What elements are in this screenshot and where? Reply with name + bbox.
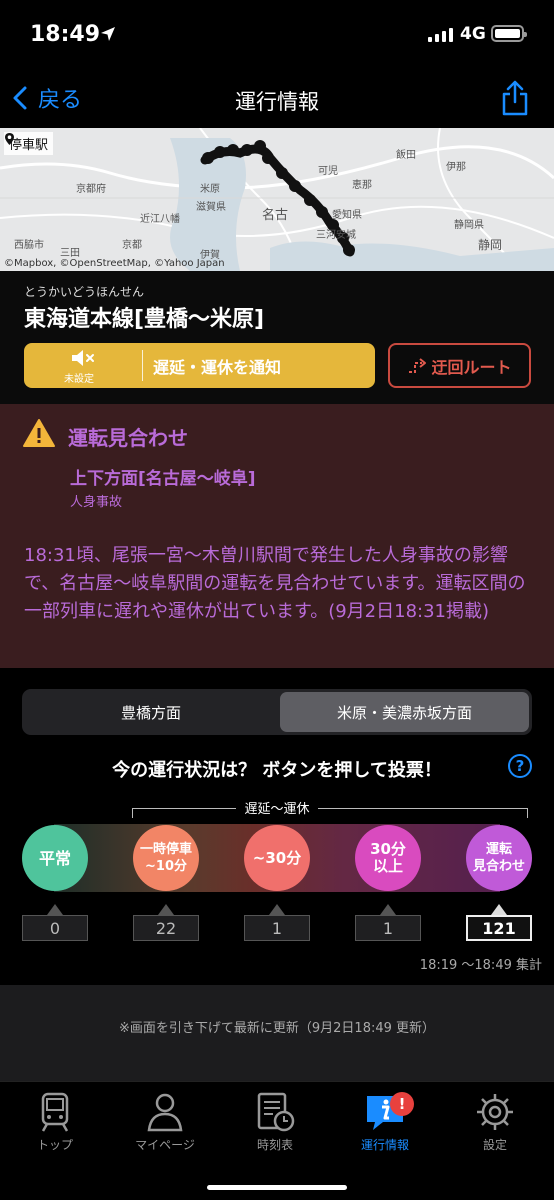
- location-arrow-icon: [101, 27, 115, 41]
- vote-count: 0: [22, 915, 88, 941]
- detour-label: 迂回ルート: [431, 357, 512, 377]
- page-title: 運行情報: [235, 90, 319, 114]
- nav-bar: 戻る 運行情報: [0, 70, 554, 128]
- map-label: 静岡県: [454, 220, 484, 231]
- battery-icon: [491, 25, 527, 42]
- map-label: 飯田: [396, 150, 416, 161]
- vote-count: 22: [133, 915, 199, 941]
- map-label: 西脇市: [14, 240, 44, 251]
- vote-count: 1: [355, 915, 421, 941]
- tab-mypage[interactable]: マイページ: [110, 1090, 220, 1153]
- notify-status: 未設定: [24, 347, 142, 385]
- tab-toyohashi-direction[interactable]: 豊橋方面: [25, 692, 277, 732]
- notify-button[interactable]: 未設定 遅延・運休を通知: [24, 343, 375, 388]
- vote-period: 18:19 〜18:49 集計: [419, 958, 542, 973]
- vote-30min-button[interactable]: ~30分: [244, 825, 310, 891]
- map-label: 名古: [262, 208, 289, 223]
- map-label: 米原: [200, 184, 220, 195]
- status-time: 18:49: [30, 22, 101, 47]
- train-icon: [41, 1092, 69, 1132]
- refresh-note-area: ※画面を引き下げて最新に更新（9月2日18:49 更新）: [0, 985, 554, 1081]
- speaker-mute-icon: [72, 349, 94, 366]
- divider: [142, 350, 143, 381]
- detour-icon: [409, 357, 427, 373]
- vote-normal-button[interactable]: 平常: [22, 825, 88, 891]
- line-header: とうかいどうほんせん 東海道本線[豊橋〜米原] 未設定 遅延・運休を通知 迂回ル…: [0, 271, 554, 404]
- gear-icon: [477, 1094, 513, 1130]
- vote-option-label: ~30分: [252, 848, 302, 867]
- map-label: 三河安城: [316, 230, 356, 241]
- direction-segment: 豊橋方面 米原・美濃赤坂方面: [22, 689, 532, 735]
- vote-option-sublabel: 見合わせ: [472, 859, 525, 874]
- vote-option-label: 平常: [38, 848, 71, 868]
- vote-question: 今の運行状況は？ ボタンを押して投票！: [112, 760, 442, 781]
- refresh-note: ※画面を引き下げて最新に更新（9月2日18:49 更新）: [118, 1021, 436, 1036]
- signal-icon: [428, 28, 453, 42]
- bracket-label: 遅延〜運休: [0, 798, 554, 817]
- vote-count: 1: [244, 915, 310, 941]
- help-icon[interactable]: ?: [508, 754, 532, 778]
- tab-label: マイページ: [135, 1138, 195, 1152]
- map-label: 京都府: [76, 184, 106, 195]
- map-label: 恵那: [352, 180, 372, 191]
- route-map[interactable]: 停車駅 京都府 滋賀県 近江八幡 西脇市 三田 京都 伊賀 名古 愛知県 三河安…: [0, 128, 554, 271]
- tab-label: トップ: [36, 1138, 73, 1152]
- vote-option-label: 運転: [485, 842, 512, 857]
- detour-route-button[interactable]: 迂回ルート: [388, 343, 531, 388]
- pin-icon: [5, 133, 14, 145]
- map-label: 可児: [318, 166, 338, 177]
- map-label: 伊那: [446, 162, 466, 173]
- alert-badge: !: [390, 1092, 414, 1116]
- map-label: 近江八幡: [140, 214, 180, 225]
- line-name: 東海道本線[豊橋〜米原]: [24, 307, 265, 332]
- notify-unset-label: 未設定: [64, 373, 94, 385]
- vote-option-label: 30分: [370, 840, 406, 858]
- tab-service-info[interactable]: 運行情報 !: [330, 1090, 440, 1153]
- map-label: 静岡: [478, 238, 503, 252]
- service-alert: 運転見合わせ 上下方面[名古屋〜岐阜] 人身事故 18:31頃、尾張一宮〜木曽川…: [0, 404, 554, 668]
- tab-bar: トップ マイページ 時刻表 運行情報 ! 設定: [0, 1081, 554, 1200]
- tab-settings[interactable]: 設定: [440, 1090, 550, 1153]
- tab-timetable[interactable]: 時刻表: [220, 1090, 330, 1153]
- alert-body: 18:31頃、尾張一宮〜木曽川駅間で発生した人身事故の影響で、名古屋〜岐阜駅間の…: [24, 545, 526, 622]
- vote-over-30min-button[interactable]: 30分 以上: [355, 825, 421, 891]
- vote-option-sublabel: 以上: [372, 857, 403, 875]
- warning-icon: [23, 419, 55, 447]
- alert-title: 運転見合わせ: [68, 426, 188, 450]
- map-attribution: ©Mapbox, ©OpenStreetMap, ©Yahoo Japan: [4, 258, 225, 269]
- map-canvas: [0, 128, 554, 271]
- network-type: 4G: [460, 24, 486, 44]
- home-indicator: [207, 1185, 347, 1190]
- map-label: 滋賀県: [196, 202, 226, 213]
- count-pointer: [491, 904, 507, 915]
- tab-top[interactable]: トップ: [0, 1090, 110, 1153]
- count-pointer: [269, 904, 285, 915]
- vote-area: 豊橋方面 米原・美濃赤坂方面 今の運行状況は？ ボタンを押して投票！ ? 遅延〜…: [0, 668, 554, 985]
- alert-section: 上下方面[名古屋〜岐阜]: [70, 469, 256, 489]
- vote-count: 121: [466, 915, 532, 941]
- person-icon: [147, 1093, 183, 1132]
- map-label: 愛知県: [332, 210, 362, 221]
- share-icon[interactable]: [500, 80, 530, 116]
- status-bar: 18:49 4G: [0, 0, 554, 70]
- vote-option-sublabel: ~10分: [145, 859, 187, 874]
- map-label: 京都: [122, 240, 142, 251]
- notify-label: 遅延・運休を通知: [153, 357, 282, 377]
- vote-brief-stop-button[interactable]: 一時停車 ~10分: [133, 825, 199, 891]
- count-pointer: [47, 904, 63, 915]
- vote-suspended-button[interactable]: 運転 見合わせ: [466, 825, 532, 891]
- vote-option-label: 一時停車: [139, 842, 192, 857]
- count-pointer: [380, 904, 396, 915]
- alert-reason: 人身事故: [70, 495, 123, 510]
- tab-maibara-direction[interactable]: 米原・美濃赤坂方面: [280, 692, 529, 732]
- line-furigana: とうかいどうほんせん: [24, 285, 145, 299]
- bracket-label-text: 遅延〜運休: [236, 802, 318, 817]
- map-legend: 停車駅: [4, 132, 54, 155]
- tab-label: 運行情報: [360, 1138, 409, 1152]
- timetable-icon: [257, 1092, 295, 1132]
- map-label: 三田: [60, 248, 80, 259]
- count-pointer: [158, 904, 174, 915]
- tab-label: 設定: [482, 1138, 507, 1152]
- tab-label: 時刻表: [256, 1138, 293, 1152]
